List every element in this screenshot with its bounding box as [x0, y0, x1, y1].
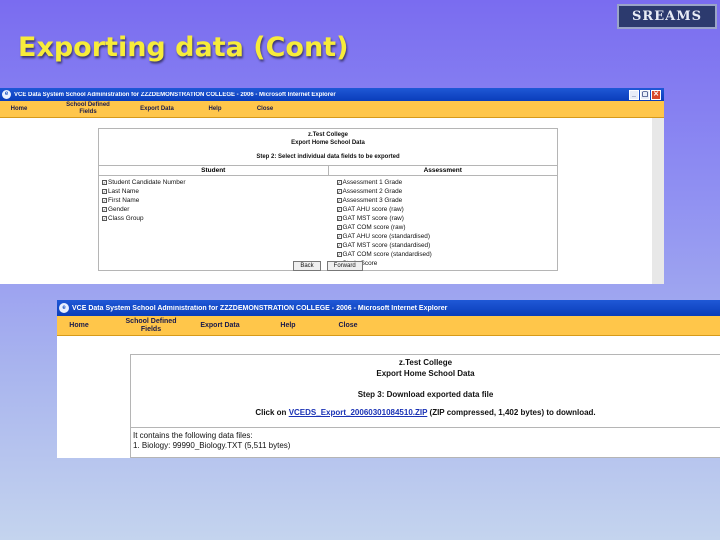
field-checkbox[interactable]: ✓ GAT COM score (raw) — [336, 223, 558, 232]
nav-buttons: Back Forward — [98, 261, 558, 271]
menu-close[interactable]: Close — [333, 322, 363, 330]
field-label: GAT COM score (raw) — [342, 224, 406, 231]
maximize-button[interactable]: ▢ — [640, 89, 650, 100]
school-name: z.Test College — [308, 132, 348, 138]
browser-window-step3: e VCE Data System School Administration … — [57, 300, 720, 458]
field-checkbox[interactable]: ✓ First Name — [102, 196, 323, 205]
field-label: Assessment 3 Grade — [342, 197, 403, 204]
field-label: Assessment 2 Grade — [342, 188, 403, 195]
field-label: GAT MST score (raw) — [342, 215, 404, 222]
columns-header: Student Assessment — [99, 165, 557, 176]
app-menubar: Home School Defined Fields Export Data H… — [0, 101, 664, 118]
window-title: VCE Data System School Administration fo… — [72, 304, 448, 312]
checkbox-checked-icon[interactable]: ✓ — [336, 216, 342, 221]
checkbox-checked-icon[interactable]: ✓ — [336, 252, 342, 257]
menu-help[interactable]: Help — [200, 106, 230, 113]
page-content: z.Test College Export Home School Data S… — [0, 118, 664, 284]
panel-heading: Export Home School Data — [376, 369, 475, 378]
field-checkbox[interactable]: ✓ GAT AHU score (raw) — [336, 205, 558, 214]
field-label: Assessment 1 Grade — [342, 179, 403, 186]
checkbox-checked-icon[interactable]: ✓ — [102, 216, 107, 221]
back-button[interactable]: Back — [293, 261, 321, 271]
field-checkbox[interactable]: ✓ Assessment 2 Grade — [336, 187, 558, 196]
window-titlebar: e VCE Data System School Administration … — [57, 300, 720, 316]
checkbox-checked-icon[interactable]: ✓ — [102, 180, 107, 185]
field-checkbox[interactable]: ✓ Assessment 3 Grade — [336, 196, 558, 205]
menu-home[interactable]: Home — [0, 106, 38, 113]
field-checkbox[interactable]: ✓ Assessment 1 Grade — [336, 178, 558, 187]
forward-button[interactable]: Forward — [326, 261, 363, 271]
menu-close[interactable]: Close — [250, 106, 280, 113]
close-window-button[interactable]: ✕ — [651, 89, 661, 100]
field-label: Last Name — [108, 188, 139, 195]
field-checkbox[interactable]: ✓ Last Name — [102, 187, 323, 196]
minimize-button[interactable]: _ — [629, 89, 639, 100]
field-label: Student Candidate Number — [108, 179, 186, 186]
checkbox-checked-icon[interactable]: ✓ — [336, 198, 342, 203]
file-list-item: 1. Biology: 99990_Biology.TXT (5,511 byt… — [133, 441, 291, 450]
field-checkbox[interactable]: ✓ GAT AHU score (standardised) — [336, 232, 558, 241]
menu-export-data[interactable]: Export Data — [193, 322, 247, 330]
file-contents-info: It contains the following data files: 1.… — [131, 427, 720, 454]
checkbox-checked-icon[interactable]: ✓ — [336, 207, 342, 212]
field-label: First Name — [108, 197, 140, 204]
student-column-header: Student — [99, 166, 329, 175]
menu-home[interactable]: Home — [57, 322, 101, 330]
field-label: GAT COM score (standardised) — [342, 251, 432, 258]
field-checkbox[interactable]: ✓ Class Group — [102, 214, 323, 223]
school-name: z.Test College — [398, 358, 453, 367]
menu-school-defined-fields[interactable]: School Defined Fields — [121, 318, 181, 333]
export-panel: z.Test College Export Home School Data S… — [98, 128, 558, 271]
checkbox-checked-icon[interactable]: ✓ — [102, 198, 107, 203]
browser-window-step2: e VCE Data System School Administration … — [0, 88, 664, 284]
click-on-text: Click on — [255, 408, 287, 417]
contains-label: It contains the following data files: — [133, 431, 253, 440]
field-label: Class Group — [108, 215, 144, 222]
sreams-logo: SREAMS — [617, 4, 717, 29]
panel-heading: Export Home School Data — [291, 140, 365, 146]
menu-school-defined-fields[interactable]: School Defined Fields — [58, 102, 118, 115]
checkbox-checked-icon[interactable]: ✓ — [336, 234, 342, 239]
ie-icon: e — [59, 303, 69, 313]
checkbox-checked-icon[interactable]: ✓ — [102, 189, 107, 194]
checkbox-checked-icon[interactable]: ✓ — [336, 225, 342, 230]
app-menubar: Home School Defined Fields Export Data H… — [57, 316, 720, 336]
step-heading: Step 3: Download exported data file — [357, 390, 494, 399]
menu-export-data[interactable]: Export Data — [132, 106, 182, 113]
student-fields-list: ✓ Student Candidate Number ✓ Last Name ✓ Fi… — [99, 176, 323, 268]
field-checkbox[interactable]: ✓ Gender — [102, 205, 323, 214]
file-info-text: (ZIP compressed, 1,402 bytes) to downloa… — [429, 408, 596, 417]
window-title: VCE Data System School Administration fo… — [14, 91, 336, 98]
download-line: Click on VCEDS_Export_20060301084510.ZIP… — [131, 408, 720, 417]
export-panel: z.Test College Export Home School Data S… — [130, 354, 720, 458]
ie-icon: e — [2, 90, 11, 99]
field-checkbox[interactable]: ✓ GAT MST score (standardised) — [336, 241, 558, 250]
field-checkbox[interactable]: ✓ GAT COM score (standardised) — [336, 250, 558, 259]
field-label: Gender — [108, 206, 130, 213]
checkbox-checked-icon[interactable]: ✓ — [102, 207, 107, 212]
field-label: GAT AHU score (raw) — [342, 206, 404, 213]
checkbox-checked-icon[interactable]: ✓ — [336, 180, 342, 185]
field-label: GAT MST score (standardised) — [342, 242, 431, 249]
window-titlebar: e VCE Data System School Administration … — [0, 88, 664, 101]
page-content: z.Test College Export Home School Data S… — [57, 336, 720, 458]
menu-help[interactable]: Help — [273, 322, 303, 330]
slide-title: Exporting data (Cont) — [18, 32, 349, 63]
checkbox-checked-icon[interactable]: ✓ — [336, 189, 342, 194]
checkbox-checked-icon[interactable]: ✓ — [336, 243, 342, 248]
field-checkbox[interactable]: ✓ Student Candidate Number — [102, 178, 323, 187]
assessment-fields-list: ✓ Assessment 1 Grade ✓ Assessment 2 Grade … — [323, 176, 558, 268]
step-heading: Step 2: Select individual data fields to… — [256, 154, 400, 160]
download-file-link[interactable]: VCEDS_Export_20060301084510.ZIP — [289, 408, 428, 417]
field-columns: ✓ Student Candidate Number ✓ Last Name ✓ Fi… — [99, 176, 557, 268]
field-label: GAT AHU score (standardised) — [342, 233, 431, 240]
assessment-column-header: Assessment — [423, 167, 462, 174]
field-checkbox[interactable]: ✓ GAT MST score (raw) — [336, 214, 558, 223]
